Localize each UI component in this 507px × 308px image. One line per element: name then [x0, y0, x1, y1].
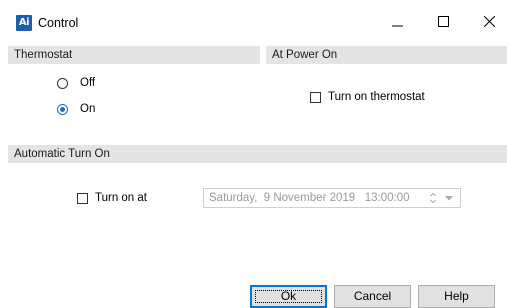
thermostat-header: Thermostat — [8, 46, 260, 64]
title-bar[interactable]: Ai Control — [0, 0, 507, 40]
power-on-header: At Power On — [266, 46, 507, 64]
radio-off-circle[interactable] — [57, 77, 68, 89]
minimize-icon — [391, 25, 403, 26]
radio-on-label: On — [80, 103, 96, 115]
ok-button[interactable]: Ok — [250, 285, 327, 308]
help-button[interactable]: Help — [418, 285, 495, 308]
radio-on-circle[interactable] — [57, 103, 68, 115]
turn-on-at-label: Turn on at — [95, 192, 147, 204]
app-icon: Ai — [16, 15, 32, 31]
radio-on[interactable]: On — [57, 103, 95, 115]
radio-off-label: Off — [80, 77, 96, 89]
minimize-button[interactable] — [374, 6, 420, 36]
cancel-button[interactable]: Cancel — [334, 285, 411, 308]
turn-on-thermostat-checkbox[interactable]: Turn on thermostat — [310, 91, 425, 103]
close-button[interactable] — [466, 6, 507, 36]
focus-rect — [255, 290, 322, 303]
datetime-picker[interactable]: Saturday, 9 November 2019 13:00:00 — [203, 188, 461, 208]
radio-off[interactable]: Off — [57, 77, 95, 89]
window-title: Control — [38, 16, 79, 30]
turn-on-at-box[interactable] — [77, 192, 88, 204]
maximize-icon — [437, 15, 449, 27]
datetime-value: Saturday, 9 November 2019 13:00:00 — [209, 192, 410, 204]
chevron-down-icon[interactable] — [445, 196, 453, 201]
automatic-turn-on-header: Automatic Turn On — [8, 145, 507, 163]
close-icon — [483, 15, 495, 27]
turn-on-at-checkbox[interactable]: Turn on at — [77, 192, 147, 204]
turn-on-thermostat-box[interactable] — [310, 91, 321, 103]
turn-on-thermostat-label: Turn on thermostat — [328, 91, 425, 103]
spin-icon[interactable] — [430, 192, 436, 204]
maximize-button[interactable] — [420, 6, 466, 36]
